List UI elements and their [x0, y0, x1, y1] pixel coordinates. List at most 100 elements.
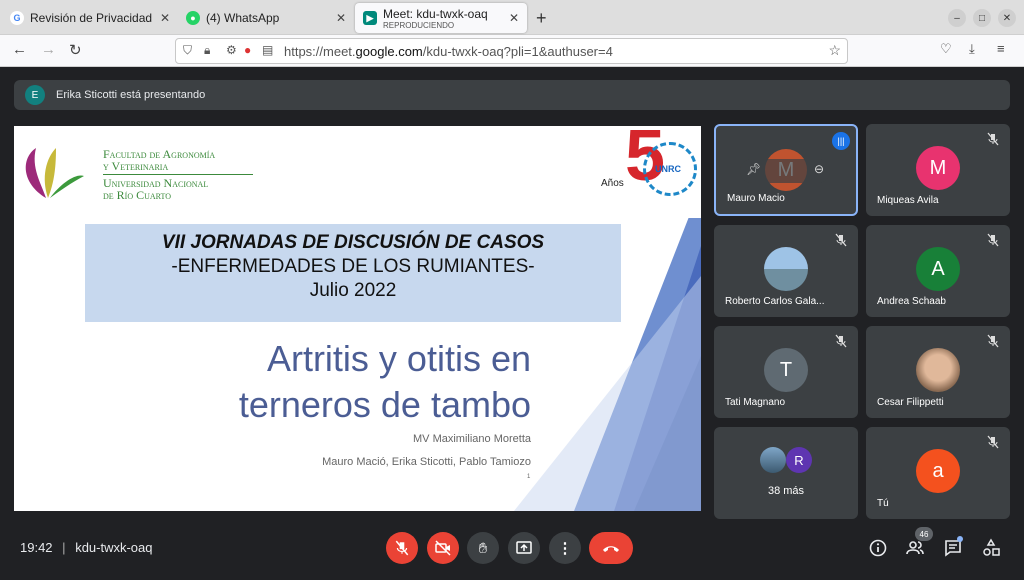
muted-mic-icon	[835, 233, 847, 247]
mic-toggle-button[interactable]	[386, 532, 418, 564]
meet-icon: ▶	[363, 11, 377, 25]
url-bar[interactable]: ⛉ 🔒︎ ⚙ ● ▤ https://meet.google.com/kdu-t…	[175, 38, 848, 64]
muted-mic-icon	[987, 132, 999, 146]
avatar: a	[916, 449, 960, 493]
participant-name: Miqueas Avila	[877, 195, 939, 206]
meeting-code: kdu-twxk-oaq	[75, 540, 153, 555]
participant-tile-tati[interactable]: T Tati Magnano	[714, 326, 858, 418]
permissions-icon[interactable]: ⚙	[226, 43, 237, 57]
chat-unread-dot	[957, 536, 963, 542]
forward-icon[interactable]: →	[41, 41, 56, 58]
muted-mic-icon	[987, 435, 999, 449]
close-tab-icon[interactable]: ✕	[336, 11, 346, 25]
tab-playing-label: REPRODUCIENDO	[383, 20, 455, 30]
whatsapp-icon: ●	[186, 11, 200, 25]
camera-toggle-button[interactable]	[427, 532, 459, 564]
present-button[interactable]	[508, 532, 540, 564]
faculty-name: Facultad de Agronomía y Veterinaria Univ…	[103, 148, 253, 201]
participant-name: Roberto Carlos Gala...	[725, 296, 825, 307]
event-title-box: VII JORNADAS DE DISCUSIÓN DE CASOS -ENFE…	[85, 224, 621, 322]
hand-icon: ✋︎	[478, 539, 488, 557]
present-screen-icon	[516, 541, 532, 554]
muted-mic-icon	[835, 334, 847, 348]
authors: Mauro Mació, Erika Sticotti, Pablo Tamio…	[322, 456, 531, 468]
people-icon	[906, 541, 924, 555]
menu-icon[interactable]: ≡	[997, 41, 1005, 56]
event-title: VII JORNADAS DE DISCUSIÓN DE CASOS	[161, 232, 545, 253]
download-icon[interactable]: ⤓	[969, 41, 975, 57]
bookmark-star-icon[interactable]: ☆	[828, 42, 841, 59]
presentation-title-line1: Artritis y otitis en	[266, 338, 531, 379]
reload-icon[interactable]: ↻	[69, 41, 82, 59]
muted-mic-icon	[987, 334, 999, 348]
browser-tab-bar: G Revisión de Privacidad ✕ ● (4) WhatsAp…	[0, 0, 1024, 35]
presenting-text: Erika Sticotti está presentando	[56, 89, 206, 101]
avatar: A	[916, 247, 960, 291]
muted-mic-icon	[987, 233, 999, 247]
avatar: M	[916, 146, 960, 190]
avatar-photo	[760, 447, 786, 473]
tab-label: (4) WhatsApp	[206, 11, 280, 25]
self-tile[interactable]: a Tú	[866, 427, 1010, 519]
more-options-button[interactable]: ⋮	[549, 532, 581, 564]
tab-whatsapp[interactable]: ● (4) WhatsApp ✕	[178, 3, 354, 33]
meeting-controls-bar: 19:42 | kdu-twxk-oaq ✋︎ ⋮ 46	[0, 520, 1024, 580]
presenter-name: MV Maximiliano Moretta	[413, 433, 531, 445]
faculty-logo-icon	[25, 148, 84, 198]
participant-name: Tati Magnano	[725, 397, 786, 408]
maximize-button[interactable]: □	[973, 9, 991, 27]
more-participants-tile[interactable]: R 38 más	[714, 427, 858, 519]
leave-call-button[interactable]	[589, 532, 633, 564]
participant-name: Tú	[877, 498, 889, 509]
meeting-details-button[interactable]	[868, 538, 888, 558]
close-tab-icon[interactable]: ✕	[509, 11, 519, 25]
event-date: Julio 2022	[309, 280, 397, 301]
raise-hand-button[interactable]: ✋︎	[467, 532, 499, 564]
avatar-photo	[916, 348, 960, 392]
avatar: T	[764, 348, 808, 392]
participant-tile-roberto[interactable]: Roberto Carlos Gala...	[714, 225, 858, 317]
participant-name: Mauro Macio	[727, 193, 785, 204]
activities-icon	[983, 538, 1000, 556]
meeting-time: 19:42	[20, 540, 53, 555]
avatar: R	[786, 447, 812, 473]
lock-icon[interactable]: 🔒︎	[204, 43, 210, 58]
participant-name: Andrea Schaab	[877, 296, 946, 307]
microphone-icon[interactable]: ●	[244, 43, 251, 57]
slide-page-number: 1	[527, 474, 531, 480]
pin-icon[interactable]: 📌︎	[746, 162, 761, 176]
participant-tile-mauro[interactable]: M 📌︎ ⊖ ||| Mauro Macio	[714, 124, 858, 216]
close-tab-icon[interactable]: ✕	[160, 11, 170, 25]
remove-icon[interactable]: ⊖	[814, 162, 824, 176]
minimize-button[interactable]: –	[948, 9, 966, 27]
back-icon[interactable]: ←	[12, 41, 27, 58]
activities-button[interactable]	[981, 538, 1001, 558]
presenting-banner: E Erika Sticotti está presentando	[14, 80, 1010, 110]
presenter-avatar: E	[25, 85, 45, 105]
mic-off-icon	[395, 540, 409, 556]
tab-meet[interactable]: ▶ Meet: kdu-twxk-oaq REPRODUCIENDO ✕	[355, 3, 527, 33]
more-count: 38 más	[767, 485, 805, 497]
camera-off-icon	[435, 540, 451, 556]
close-window-button[interactable]: ✕	[998, 9, 1016, 27]
participant-tile-miqueas[interactable]: M Miqueas Avila	[866, 124, 1010, 216]
avatar-photo	[764, 247, 808, 291]
event-subtitle: -ENFERMEDADES DE LOS RUMIANTES-	[171, 256, 535, 277]
pocket-icon[interactable]: ♡	[940, 41, 952, 57]
tab-privacy[interactable]: G Revisión de Privacidad ✕	[2, 3, 178, 33]
new-tab-button[interactable]: +	[536, 8, 547, 29]
google-icon: G	[10, 11, 24, 25]
anniversary-logo: 5 Años UNRC	[591, 126, 701, 218]
participant-tile-andrea[interactable]: A Andrea Schaab	[866, 225, 1010, 317]
hang-up-icon	[603, 546, 619, 552]
browser-nav-bar: ← → ↻ ⛉ 🔒︎ ⚙ ● ▤ https://meet.google.com…	[0, 35, 1024, 67]
url-text: https://meet.google.com/kdu-twxk-oaq?pli…	[284, 44, 613, 59]
shield-icon[interactable]: ⛉	[183, 43, 192, 58]
presentation-title-line2: terneros de tambo	[238, 384, 531, 425]
participant-name: Cesar Filippetti	[877, 397, 944, 408]
shared-screen-slide: Facultad de Agronomía y Veterinaria Univ…	[14, 126, 701, 511]
notes-icon[interactable]: ▤	[262, 43, 273, 57]
people-button[interactable]	[905, 538, 925, 558]
participant-tile-cesar[interactable]: Cesar Filippetti	[866, 326, 1010, 418]
meeting-info: 19:42 | kdu-twxk-oaq	[20, 540, 153, 555]
